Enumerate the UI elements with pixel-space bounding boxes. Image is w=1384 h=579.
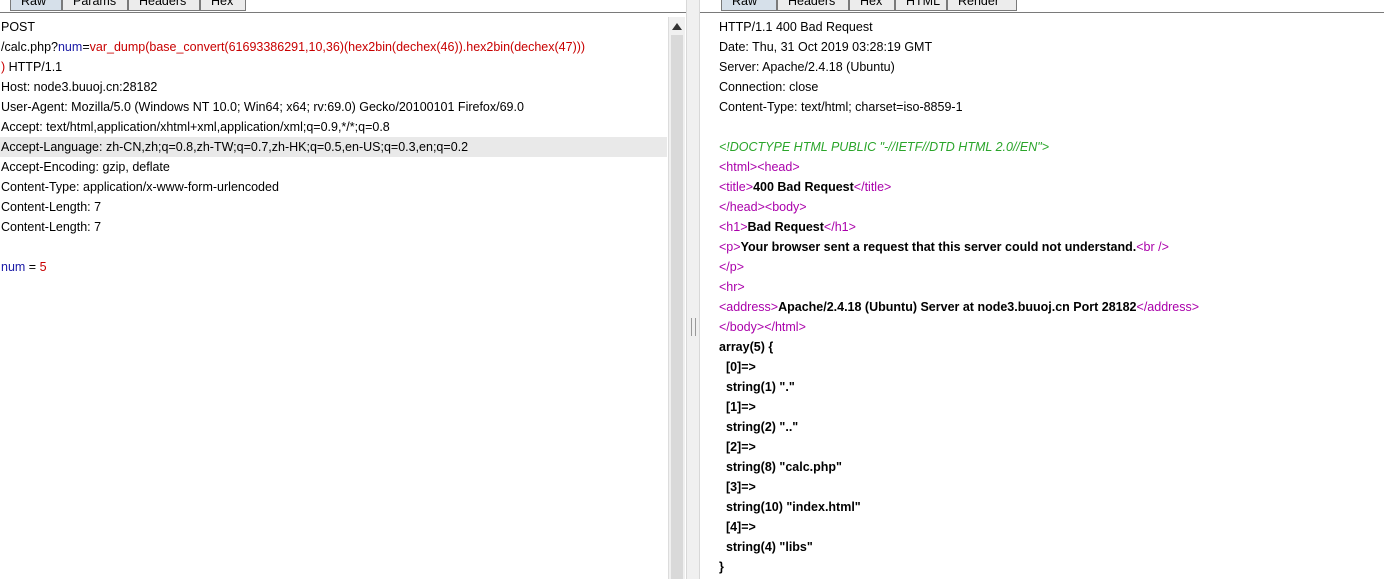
response-tab-render[interactable]: Render <box>947 0 1017 11</box>
response-html-line: <title>400 Bad Request</title> <box>719 180 892 194</box>
response-dump-line: [0]=> <box>719 360 756 374</box>
response-dump-line: [3]=> <box>719 480 756 494</box>
split-pane-divider[interactable] <box>686 0 700 579</box>
request-scrollbar-thumb[interactable] <box>671 35 683 579</box>
response-html-line: </body></html> <box>719 320 806 334</box>
request-line: Accept: text/html,application/xhtml+xml,… <box>1 120 390 134</box>
response-tab-html[interactable]: HTML <box>895 0 947 11</box>
request-line: POST <box>1 20 36 34</box>
request-line-current: Accept-Language: zh-CN,zh;q=0.8,zh-TW;q=… <box>0 137 667 157</box>
response-header-line: Server: Apache/2.4.18 (Ubuntu) <box>719 60 895 74</box>
request-line: Accept-Encoding: gzip, deflate <box>1 160 170 174</box>
response-dump-line: string(10) "index.html" <box>719 500 861 514</box>
request-line: ) HTTP/1.1 <box>1 60 63 74</box>
request-tab-headers[interactable]: Headers <box>128 0 200 11</box>
response-html-line: <h1>Bad Request</h1> <box>719 220 856 234</box>
request-tab-strip: Raw Params Headers Hex <box>0 0 686 13</box>
request-line: User-Agent: Mozilla/5.0 (Windows NT 10.0… <box>1 100 524 114</box>
request-line: Content-Type: application/x-www-form-url… <box>1 180 279 194</box>
response-header-line: Connection: close <box>719 80 819 94</box>
response-dump-line: string(1) "." <box>719 380 795 394</box>
response-dump-line: string(2) ".." <box>719 420 799 434</box>
response-html-line: <p>Your browser sent a request that this… <box>719 240 1169 254</box>
request-editor[interactable]: POST /calc.php?num=var_dump(base_convert… <box>0 13 667 579</box>
response-dump-line: [1]=> <box>719 400 756 414</box>
request-body-line: num = 5 <box>1 260 47 274</box>
response-dump-line: array(5) { <box>719 340 774 354</box>
request-line: Content-Length: 7 <box>1 220 102 234</box>
response-html-line: </head><body> <box>719 200 807 214</box>
scroll-up-arrow-icon[interactable] <box>672 23 682 30</box>
request-tab-hex[interactable]: Hex <box>200 0 246 11</box>
response-doctype-line: <!DOCTYPE HTML PUBLIC "-//IETF//DTD HTML… <box>719 140 1050 154</box>
response-tab-headers[interactable]: Headers <box>777 0 849 11</box>
response-dump-line: } <box>719 560 724 574</box>
response-header-line <box>718 117 1384 137</box>
request-scrollbar[interactable] <box>668 17 685 579</box>
response-html-line: <address>Apache/2.4.18 (Ubuntu) Server a… <box>719 300 1200 314</box>
response-html-line: <html><head> <box>719 160 800 174</box>
response-header-line: Content-Type: text/html; charset=iso-885… <box>719 100 963 114</box>
response-dump-line: [2]=> <box>719 440 756 454</box>
response-html-line: <hr> <box>719 280 745 294</box>
response-tab-strip: Raw Headers Hex HTML Render <box>698 0 1384 13</box>
request-tab-params[interactable]: Params <box>62 0 128 11</box>
response-tab-raw[interactable]: Raw <box>721 0 777 11</box>
divider-grip-icon[interactable] <box>691 318 696 336</box>
response-html-line: </p> <box>719 260 745 274</box>
request-line <box>0 237 667 257</box>
response-header-line: Date: Thu, 31 Oct 2019 03:28:19 GMT <box>719 40 933 54</box>
response-dump-line: string(4) "libs" <box>719 540 813 554</box>
request-line: Content-Length: 7 <box>1 200 102 214</box>
response-dump-line: [4]=> <box>719 520 756 534</box>
request-line: Host: node3.buuoj.cn:28182 <box>1 80 158 94</box>
response-dump-line: string(8) "calc.php" <box>719 460 842 474</box>
response-viewer[interactable]: HTTP/1.1 400 Bad Request Date: Thu, 31 O… <box>718 13 1384 579</box>
response-tab-hex[interactable]: Hex <box>849 0 895 11</box>
request-line: /calc.php?num=var_dump(base_convert(6169… <box>1 40 586 54</box>
response-header-line: HTTP/1.1 400 Bad Request <box>719 20 873 34</box>
request-tab-raw[interactable]: Raw <box>10 0 62 11</box>
